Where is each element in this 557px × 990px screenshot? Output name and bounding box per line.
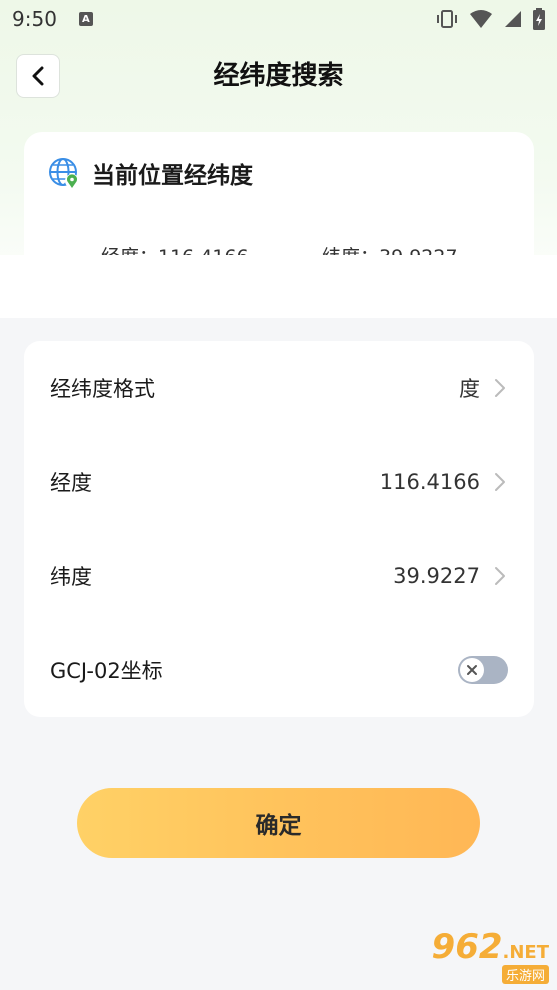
signal-icon [505,11,521,27]
status-bar: 9:50 A [0,0,557,38]
latitude-row[interactable]: 纬度 39.9227 [24,529,534,623]
confirm-button[interactable]: 确定 [77,788,480,858]
latitude-value: 39.9227 [393,564,480,588]
battery-icon [533,8,545,30]
toggle-knob [460,658,484,682]
watermark-suffix: .NET [502,942,549,963]
format-value: 度 [459,377,480,401]
settings-card: 经纬度格式 度 经度 116.4166 纬度 39.9227 GCJ-02坐标 [24,341,534,717]
longitude-row[interactable]: 经度 116.4166 [24,435,534,529]
current-location-header: 当前位置经纬度 [48,156,253,190]
vibrate-icon [437,10,457,28]
watermark-logo: 962 .NET 乐游网 [432,929,549,984]
card-extension [0,255,557,318]
status-icons [435,8,545,30]
longitude-label: 经度 [50,471,92,495]
globe-location-icon [49,158,79,188]
notification-icon: A [78,12,93,26]
watermark-main: 962 [431,927,503,967]
status-time: 9:50 [12,7,57,31]
longitude-value: 116.4166 [379,470,480,494]
watermark-sub: 乐游网 [501,965,549,984]
gcj02-toggle[interactable] [458,656,508,684]
format-row[interactable]: 经纬度格式 度 [24,341,534,435]
gcj02-label: GCJ-02坐标 [50,659,163,683]
format-label: 经纬度格式 [50,377,155,401]
close-icon [467,665,477,675]
latitude-label: 纬度 [50,565,92,589]
wifi-icon [470,10,492,28]
gcj02-row: GCJ-02坐标 [24,623,534,717]
current-location-title: 当前位置经纬度 [92,163,253,189]
chevron-right-icon [494,378,508,398]
page-title: 经纬度搜索 [213,61,344,91]
chevron-right-icon [494,472,508,492]
chevron-right-icon [494,566,508,586]
